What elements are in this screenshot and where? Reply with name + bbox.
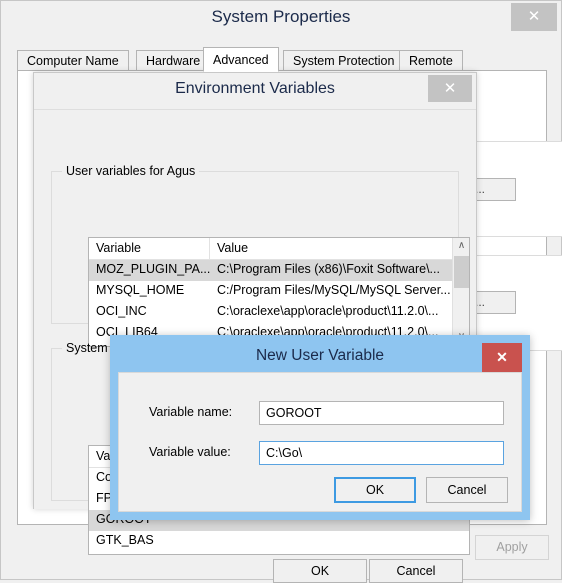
row-value: C:\oraclexe\app\oracle\product\11.2.0\..…: [217, 304, 439, 318]
tab-hardware[interactable]: Hardware: [136, 50, 211, 71]
close-icon[interactable]: ✕: [511, 3, 557, 31]
close-icon[interactable]: ✕: [428, 75, 472, 102]
variable-value-input[interactable]: [259, 441, 504, 465]
column-separator: [209, 238, 210, 260]
scrollbar[interactable]: ∧ ∨: [452, 238, 469, 346]
tab-advanced[interactable]: Advanced: [203, 47, 279, 72]
cancel-button[interactable]: Cancel: [426, 477, 508, 503]
dialog-title: Environment Variables: [175, 80, 335, 97]
ok-button[interactable]: OK: [334, 477, 416, 503]
row-variable: JAVA_HO: [96, 554, 211, 555]
table-row[interactable]: MYSQL_HOME C:/Program Files/MySQL/MySQL …: [89, 281, 469, 302]
dialog-title: New User Variable: [255, 347, 385, 364]
row-value: C:\Program Files (x86)\Foxit Software\..…: [217, 262, 440, 276]
row-variable: MYSQL_HOME: [96, 283, 185, 297]
tab-system-protection[interactable]: System Protection: [283, 50, 405, 71]
new-user-variable-body: Variable name: Variable value: OK Cancel: [118, 372, 522, 512]
table-row[interactable]: JAVA_HO: [89, 552, 469, 555]
table-row[interactable]: OCI_INC C:\oraclexe\app\oracle\product\1…: [89, 302, 469, 323]
table-row[interactable]: GTK_BAS: [89, 531, 469, 552]
user-variables-header: Variable Value: [89, 238, 469, 260]
system-properties-titlebar: System Properties ✕: [1, 1, 561, 37]
row-variable: OCI_INC: [96, 304, 147, 318]
column-header-value: Value: [217, 241, 249, 255]
table-row[interactable]: MOZ_PLUGIN_PA... C:\Program Files (x86)\…: [89, 260, 469, 281]
scroll-up-icon[interactable]: ∧: [453, 238, 469, 255]
variable-name-label: Variable name:: [149, 405, 233, 419]
environment-variables-titlebar: Environment Variables ✕: [34, 73, 476, 109]
new-user-variable-titlebar: New User Variable ✕: [118, 343, 522, 372]
row-value: C:/Program Files/MySQL/MySQL Server...: [217, 283, 451, 297]
tab-computer-name[interactable]: Computer Name: [17, 50, 129, 71]
system-properties-button-bar: OK Cancel: [1, 559, 561, 583]
column-header-variable: Variable: [96, 241, 141, 255]
variable-name-input[interactable]: [259, 401, 504, 425]
tab-strip: Computer Name Hardware Advanced System P…: [17, 47, 547, 72]
row-variable: GTK_BAS: [96, 533, 154, 547]
user-variables-list[interactable]: Variable Value MOZ_PLUGIN_PA... C:\Progr…: [88, 237, 470, 347]
tab-remote[interactable]: Remote: [399, 50, 463, 71]
close-icon[interactable]: ✕: [482, 343, 522, 372]
user-variables-label: User variables for Agus: [66, 164, 196, 178]
row-variable: MOZ_PLUGIN_PA...: [96, 262, 211, 276]
new-user-variable-dialog: New User Variable ✕ Variable name: Varia…: [110, 335, 530, 520]
apply-button[interactable]: Apply: [475, 535, 549, 560]
scrollbar-thumb[interactable]: [454, 256, 469, 288]
page-title: System Properties: [211, 7, 351, 26]
ok-button[interactable]: OK: [273, 559, 367, 583]
variable-value-label: Variable value:: [149, 445, 231, 459]
cancel-button[interactable]: Cancel: [369, 559, 463, 583]
